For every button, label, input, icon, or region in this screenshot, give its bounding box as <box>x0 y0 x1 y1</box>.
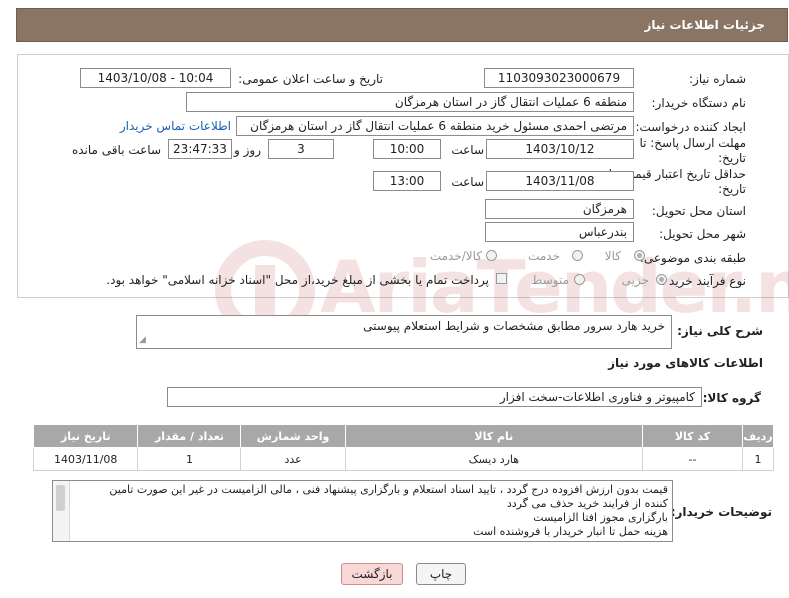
process-medium-radio[interactable] <box>574 274 585 285</box>
notes-scrollbar-thumb[interactable] <box>56 485 65 511</box>
back-button[interactable]: بازگشت <box>341 563 403 585</box>
buyer-org-label: نام دستگاه خریدار: <box>651 96 747 110</box>
remaining-time-field: 23:47:33 <box>168 139 232 159</box>
buyer-notes-label: توضیحات خریدار: <box>670 505 772 519</box>
page-header: جزئیات اطلاعات نیاز <box>16 8 788 42</box>
category-label: طبقه بندی موضوعی: <box>639 251 746 265</box>
deadline-label-date: تاریخ: <box>718 151 746 165</box>
deadline-time-field: 10:00 <box>373 139 441 159</box>
category-both-label: کالا/خدمت <box>429 249 482 263</box>
description-textarea[interactable]: خرید هارد سرور مطابق مشخصات و شرایط استع… <box>136 315 672 349</box>
buyer-notes-textarea[interactable]: قیمت بدون ارزش افزوده درج گردد ، تایید ا… <box>52 480 673 542</box>
creator-field: مرتضی احمدی مسئول خرید منطقه 6 عملیات ان… <box>236 116 634 136</box>
category-both-radio[interactable] <box>486 250 497 261</box>
notes-scrollbar[interactable] <box>53 481 70 541</box>
cell-item-name: هارد دیسک <box>344 447 644 471</box>
validity-label-date: تاریخ: <box>718 182 746 196</box>
category-service-label: خدمت <box>528 249 560 263</box>
deadline-days-label: روز و <box>234 143 261 157</box>
buyer-note-line: هزینه حمل تا انبار خریدار با فروشنده است <box>473 525 668 538</box>
buyer-org-field: منطقه 6 عملیات انتقال گاز در استان هرمزگ… <box>186 92 634 112</box>
category-goods-radio[interactable] <box>634 250 645 261</box>
col-unit: واحد شمارش <box>240 424 346 448</box>
description-label: شرح کلی نیاز: <box>677 324 763 338</box>
creator-label: ایجاد کننده درخواست: <box>635 120 746 134</box>
need-number-label: شماره نیاز: <box>689 72 746 86</box>
col-item-name: نام کالا <box>344 424 644 448</box>
deadline-date-field: 1403/10/12 <box>486 139 634 159</box>
cell-item-code: -- <box>642 447 743 471</box>
goods-group-label: گروه کالا: <box>702 391 761 405</box>
goods-group-field: کامپیوتر و فناوری اطلاعات-سخت افزار <box>167 387 702 407</box>
col-row-number: ردیف <box>741 424 775 448</box>
col-quantity: تعداد / مقدار <box>137 424 242 448</box>
province-field: هرمزگان <box>485 199 634 219</box>
cell-quantity: 1 <box>137 447 242 471</box>
goods-section-title: اطلاعات کالاهای مورد نیاز <box>608 356 763 370</box>
page-title: جزئیات اطلاعات نیاز <box>644 18 765 32</box>
col-item-code: کد کالا <box>642 424 743 448</box>
need-number-field: 1103093023000679 <box>484 68 634 88</box>
cell-unit: عدد <box>240 447 346 471</box>
treasury-payment-checkbox[interactable] <box>496 273 507 284</box>
deadline-label: مهلت ارسال پاسخ: تا <box>639 136 746 150</box>
buyer-contact-link[interactable]: اطلاعات تماس خریدار <box>120 119 231 133</box>
process-label: نوع فرآیند خرید : <box>661 274 746 288</box>
validity-time-field: 13:00 <box>373 171 441 191</box>
table-header-row: تاریخ نیاز تعداد / مقدار واحد شمارش نام … <box>32 424 775 448</box>
validity-time-label: ساعت <box>451 175 484 189</box>
deadline-days-field: 3 <box>268 139 334 159</box>
treasury-payment-note: پرداخت تمام یا بخشی از مبلغ خرید،از محل … <box>106 273 489 287</box>
print-button[interactable]: چاپ <box>416 563 466 585</box>
announce-field: 1403/10/08 - 10:04 <box>80 68 231 88</box>
city-label: شهر محل تحویل: <box>659 227 746 241</box>
province-label: استان محل تحویل: <box>651 204 746 218</box>
col-need-date: تاریخ نیاز <box>32 424 139 448</box>
announce-label: تاریخ و ساعت اعلان عمومی: <box>238 72 383 86</box>
deadline-time-label: ساعت <box>451 143 484 157</box>
buyer-note-line: قیمت بدون ارزش افزوده درج گردد ، تایید ا… <box>109 483 668 496</box>
process-minor-label: جزیی <box>621 273 649 287</box>
city-field: بندرعباس <box>485 222 634 242</box>
cell-need-date: 1403/11/08 <box>32 447 139 471</box>
process-medium-label: متوسط <box>531 273 569 287</box>
validity-date-field: 1403/11/08 <box>486 171 634 191</box>
goods-table: تاریخ نیاز تعداد / مقدار واحد شمارش نام … <box>32 424 775 471</box>
cell-row-number: 1 <box>741 447 775 471</box>
category-goods-label: کالا <box>604 249 621 263</box>
resize-handle-icon[interactable]: ◢ <box>139 335 146 345</box>
process-minor-radio[interactable] <box>656 274 667 285</box>
remaining-label: ساعت باقی مانده <box>71 143 161 157</box>
buyer-note-line: کننده از فرایند خرید حذف می گردد <box>506 497 668 510</box>
buyer-note-line: بارگزاری مجوز افتا الزامیست <box>533 511 668 524</box>
category-service-radio[interactable] <box>572 250 583 261</box>
table-row: 1403/11/08 1 عدد هارد دیسک -- 1 <box>32 447 775 471</box>
